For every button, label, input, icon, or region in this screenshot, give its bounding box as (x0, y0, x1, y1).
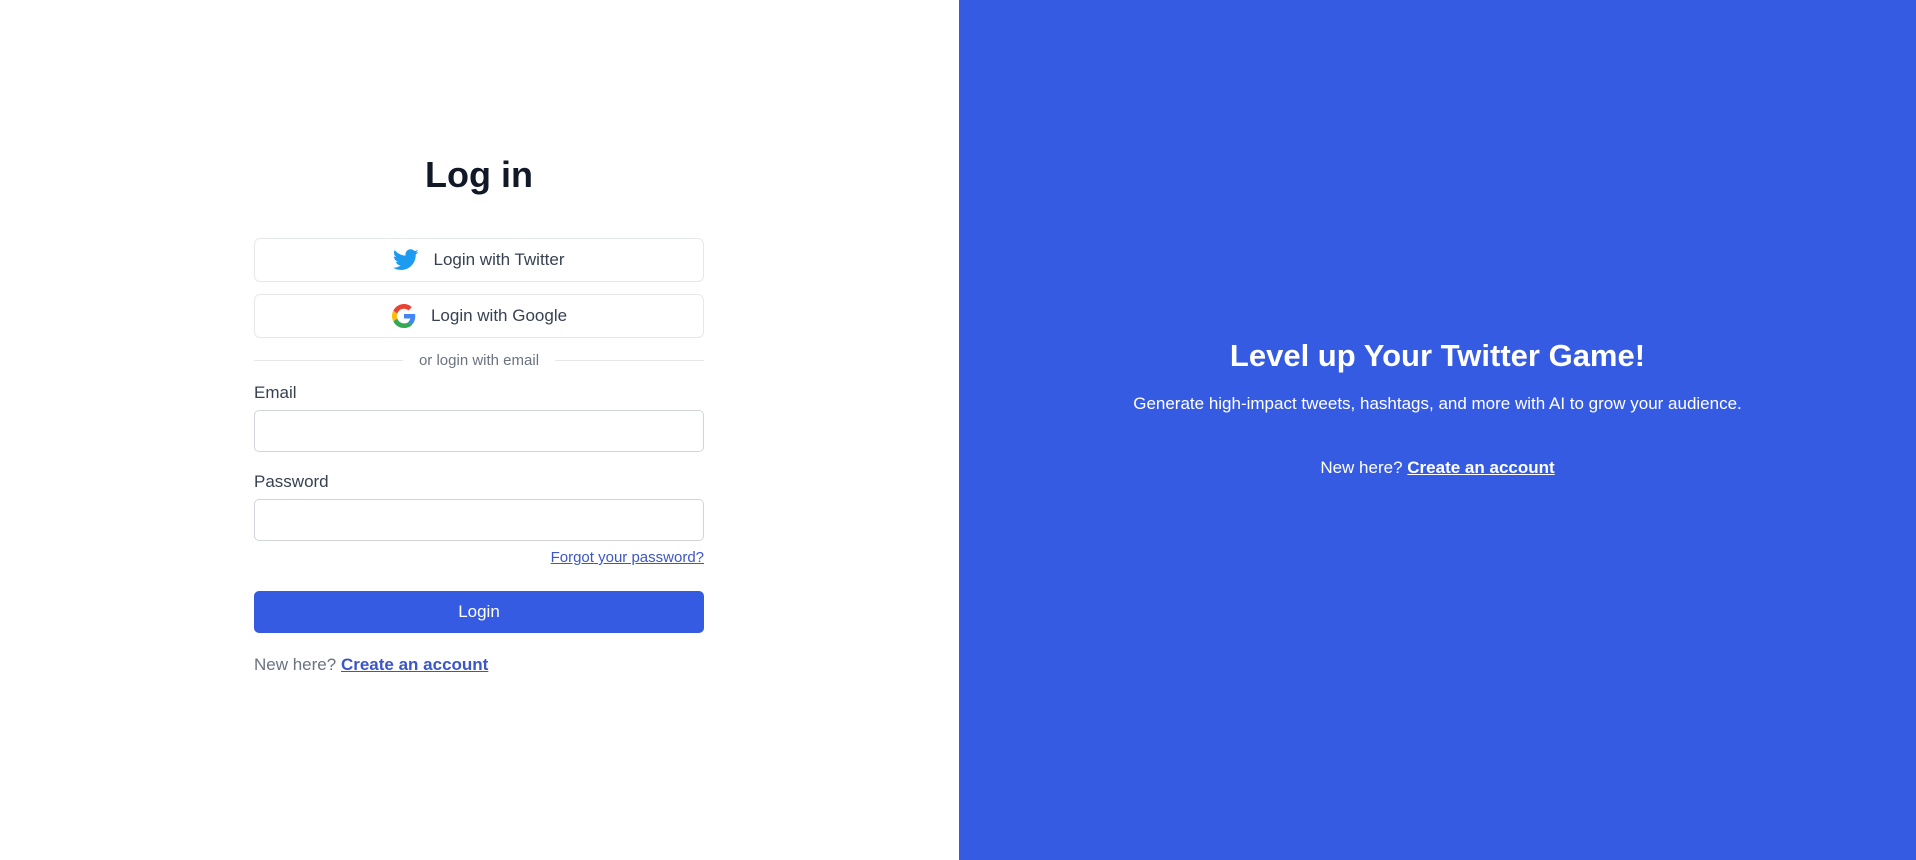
promo-subtitle: Generate high-impact tweets, hashtags, a… (1133, 394, 1742, 413)
email-divider: or login with email (254, 352, 704, 369)
promo-signup-prompt: New here? Create an account (1320, 458, 1554, 478)
password-field[interactable] (254, 499, 704, 541)
promo-create-account-link[interactable]: Create an account (1407, 458, 1554, 477)
password-label: Password (254, 472, 329, 491)
divider-line-left (254, 360, 403, 361)
divider-line-right (555, 360, 704, 361)
divider-text: or login with email (418, 352, 540, 369)
forgot-password-link[interactable]: Forgot your password? (551, 549, 704, 566)
promo-title: Level up Your Twitter Game! (1229, 338, 1646, 373)
login-form: Log in Login with Twitter Login with Goo… (254, 150, 704, 675)
forgot-password-row: Forgot your password? (254, 549, 704, 567)
login-with-twitter-button[interactable]: Login with Twitter (254, 238, 704, 282)
signup-prompt: New here? Create an account (254, 655, 704, 675)
promo-new-here-text: New here? (1320, 458, 1403, 477)
email-field[interactable] (254, 410, 704, 452)
create-account-link[interactable]: Create an account (341, 655, 488, 674)
google-g-icon (391, 304, 417, 328)
login-page: Log in Login with Twitter Login with Goo… (0, 0, 1916, 860)
new-here-text: New here? (254, 655, 337, 674)
login-button[interactable]: Login (254, 591, 704, 633)
google-button-label: Login with Google (430, 306, 568, 325)
twitter-bird-icon (393, 248, 420, 272)
email-label: Email (254, 383, 297, 402)
login-panel: Log in Login with Twitter Login with Goo… (0, 0, 959, 860)
login-with-google-button[interactable]: Login with Google (254, 294, 704, 338)
page-title: Log in (425, 154, 533, 195)
promo-panel: Level up Your Twitter Game! Generate hig… (959, 0, 1916, 860)
twitter-button-label: Login with Twitter (433, 250, 565, 269)
